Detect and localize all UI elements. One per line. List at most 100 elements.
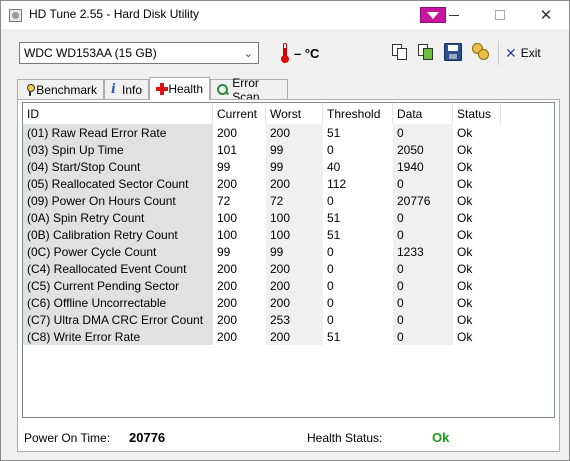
maximize-icon: [495, 10, 505, 20]
table-row[interactable]: (09) Power On Hours Count 72 72 0 20776 Ok: [23, 192, 501, 209]
worst-value: 100: [266, 209, 323, 226]
copy-text-icon[interactable]: [391, 43, 409, 61]
thermometer-icon: [280, 43, 290, 63]
attribute-id: (C8) Write Error Rate: [23, 328, 213, 345]
threshold-value: 51: [327, 210, 341, 225]
table-row[interactable]: (0B) Calibration Retry Count 100 100 51 0 Ok: [23, 226, 501, 243]
current-value: 200: [217, 329, 238, 344]
table-row[interactable]: (C4) Reallocated Event Count 200 200 0 0 Ok: [23, 260, 501, 277]
toolbar-separator: [498, 41, 499, 65]
multi-disk-icon[interactable]: [472, 43, 490, 61]
status-value: Ok: [457, 227, 473, 242]
table-row[interactable]: (05) Reallocated Sector Count 200 200 112 0 O…: [23, 175, 501, 192]
worst-value: 100: [266, 226, 323, 243]
current-value: 99: [217, 244, 231, 259]
table-row[interactable]: (C5) Current Pending Sector 200 200 0 0 Ok: [23, 277, 501, 294]
threshold-value: 0: [327, 193, 334, 208]
column-header-data[interactable]: Data: [393, 103, 453, 124]
attribute-id: (C5) Current Pending Sector: [23, 277, 213, 294]
worst-value: 200: [266, 277, 323, 294]
current-value: 99: [217, 159, 231, 174]
data-value: 1940: [393, 158, 453, 175]
current-value: 200: [217, 176, 238, 191]
tab-benchmark[interactable]: Benchmark: [17, 79, 104, 99]
current-value: 200: [217, 312, 238, 327]
current-value: 101: [217, 142, 238, 157]
table-row[interactable]: (0C) Power Cycle Count 99 99 0 1233 Ok: [23, 243, 501, 260]
table-row[interactable]: (03) Spin Up Time 101 99 0 2050 Ok: [23, 141, 501, 158]
status-value: Ok: [457, 125, 473, 140]
column-header-status[interactable]: Status: [453, 103, 501, 124]
attribute-id: (01) Raw Read Error Rate: [23, 124, 213, 141]
close-icon: ✕: [539, 7, 553, 24]
current-value: 72: [217, 193, 231, 208]
threshold-value: 40: [327, 159, 341, 174]
status-value: Ok: [457, 278, 473, 293]
health-icon: [156, 83, 169, 95]
status-value: Ok: [457, 210, 473, 225]
attribute-id: (09) Power On Hours Count: [23, 192, 213, 209]
drive-select[interactable]: WDC WD153AA (15 GB) ⌄: [19, 42, 259, 64]
status-value: Ok: [457, 261, 473, 276]
threshold-value: 0: [327, 295, 334, 310]
save-icon[interactable]: [444, 43, 462, 61]
column-header-worst[interactable]: Worst: [266, 103, 323, 124]
status-value: Ok: [457, 244, 473, 259]
column-header-threshold[interactable]: Threshold: [323, 103, 393, 124]
exit-label: Exit: [520, 46, 541, 60]
data-value: 0: [393, 311, 453, 328]
table-row[interactable]: (0A) Spin Retry Count 100 100 51 0 Ok: [23, 209, 501, 226]
copy-screenshot-icon[interactable]: [417, 43, 435, 61]
data-value: 20776: [393, 192, 453, 209]
maximize-button[interactable]: [477, 1, 523, 29]
threshold-value: 51: [327, 227, 341, 242]
tab-health[interactable]: Health: [149, 77, 210, 100]
table-row[interactable]: (C6) Offline Uncorrectable 200 200 0 0 Ok: [23, 294, 501, 311]
window-title: HD Tune 2.55 - Hard Disk Utility: [29, 7, 200, 21]
current-value: 100: [217, 210, 238, 225]
smart-attribute-list[interactable]: ID Current Worst Threshold Data Status (…: [22, 102, 555, 418]
exit-button[interactable]: ✕ Exit: [505, 44, 541, 62]
status-value: Ok: [457, 193, 473, 208]
threshold-value: 51: [327, 125, 341, 140]
attribute-id: (0C) Power Cycle Count: [23, 243, 213, 260]
minimize-icon: [449, 14, 459, 16]
attribute-id: (C4) Reallocated Event Count: [23, 260, 213, 277]
threshold-value: 112: [327, 176, 347, 191]
column-header-id[interactable]: ID: [23, 103, 213, 124]
tab-info[interactable]: i Info: [104, 79, 149, 99]
worst-value: 200: [266, 328, 323, 345]
attribute-id: (C7) Ultra DMA CRC Error Count: [23, 311, 213, 328]
exit-icon: ✕: [505, 45, 517, 61]
minimize-button[interactable]: [431, 1, 477, 29]
table-row[interactable]: (04) Start/Stop Count 99 99 40 1940 Ok: [23, 158, 501, 175]
close-button[interactable]: ✕: [523, 1, 569, 29]
attribute-id: (03) Spin Up Time: [23, 141, 213, 158]
health-status-value: Ok: [432, 430, 450, 445]
app-window: HD Tune 2.55 - Hard Disk Utility ✕ WDC W…: [0, 0, 570, 461]
benchmark-icon: [24, 83, 36, 96]
table-row[interactable]: (C8) Write Error Rate 200 200 51 0 Ok: [23, 328, 501, 345]
title-bar: HD Tune 2.55 - Hard Disk Utility ✕: [1, 1, 569, 29]
table-row[interactable]: (01) Raw Read Error Rate 200 200 51 0 Ok: [23, 124, 501, 141]
threshold-value: 51: [327, 329, 341, 344]
health-panel: ID Current Worst Threshold Data Status (…: [17, 99, 560, 452]
status-value: Ok: [457, 159, 473, 174]
status-value: Ok: [457, 312, 473, 327]
column-header-current[interactable]: Current: [213, 103, 266, 124]
table-row[interactable]: (C7) Ultra DMA CRC Error Count 200 253 0 0 Ok: [23, 311, 501, 328]
current-value: 200: [217, 125, 238, 140]
tab-error-scan[interactable]: Error Scan: [210, 76, 288, 104]
data-value: 0: [393, 260, 453, 277]
data-value: 0: [393, 175, 453, 192]
status-value: Ok: [457, 176, 473, 191]
attribute-id: (04) Start/Stop Count: [23, 158, 213, 175]
worst-value: 99: [266, 243, 323, 260]
data-value: 0: [393, 124, 453, 141]
current-value: 200: [217, 278, 238, 293]
data-value: 0: [393, 328, 453, 345]
worst-value: 200: [266, 260, 323, 277]
status-value: Ok: [457, 329, 473, 344]
temperature-value: – °C: [294, 46, 320, 61]
worst-value: 200: [266, 175, 323, 192]
